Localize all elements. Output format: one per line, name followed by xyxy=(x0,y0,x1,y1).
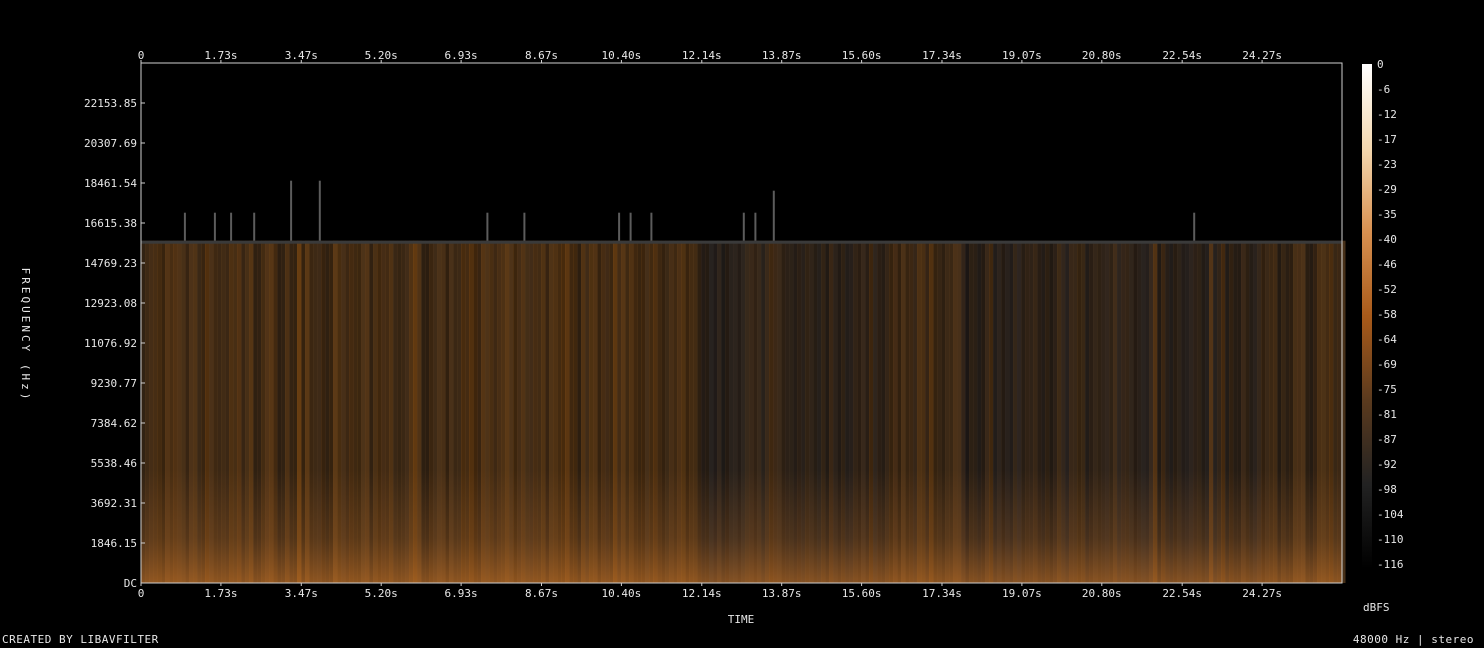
colorbar-tick-label: -116 xyxy=(1377,558,1404,571)
cutoff-edge xyxy=(141,240,1342,244)
colorbar-tick-label: -69 xyxy=(1377,358,1397,371)
colorbar-tick-label: -12 xyxy=(1377,108,1397,121)
colorbar-tick-label: -23 xyxy=(1377,158,1397,171)
x-tick-label: 22.54s xyxy=(1162,587,1202,600)
y-tick-label: 20307.69 xyxy=(84,137,137,150)
colorbar-tick-label: -64 xyxy=(1377,333,1397,346)
x-tick-label: 10.40s xyxy=(602,587,642,600)
y-tick-label: 14769.23 xyxy=(84,257,137,270)
colorbar-tick-label: -75 xyxy=(1377,383,1397,396)
y-axis: DC 1846.15 3692.31 5538.46 7384.62 9230.77 110… xyxy=(84,97,145,590)
colorbar-tick-label: -6 xyxy=(1377,83,1390,96)
colorbar: 0 -6 -12 -17 -23 -29 -35 -40 -46 -52 -58 -64 -69 -75 -… xyxy=(1362,58,1404,614)
y-tick-label: 11076.92 xyxy=(84,337,137,350)
y-tick-label: DC xyxy=(124,577,137,590)
colorbar-tick-label: -98 xyxy=(1377,483,1397,496)
x-axis-top: 0 1.73s 3.47s 5.20s 6.93s 8.67s 10.40s 12.14s 13… xyxy=(138,49,1282,63)
x-tick-label: 3.47s xyxy=(285,587,318,600)
x-tick-label: 6.93s xyxy=(445,587,478,600)
colorbar-tick-label: -40 xyxy=(1377,233,1397,246)
x-tick-label: 17.34s xyxy=(922,587,962,600)
x-tick-label: 19.07s xyxy=(1002,587,1042,600)
y-axis-label: FREQUENCY (Hz) xyxy=(19,268,32,403)
colorbar-tick-label: -35 xyxy=(1377,208,1397,221)
y-tick-label: 1846.15 xyxy=(91,537,137,550)
x-axis-bottom: 0 1.73s 3.47s 5.20s 6.93s 8.67s 10.40s 12.14s 13… xyxy=(138,583,1282,600)
y-tick-label: 18461.54 xyxy=(84,177,137,190)
y-tick-label: 5538.46 xyxy=(91,457,137,470)
x-tick-label: 20.80s xyxy=(1082,587,1122,600)
colorbar-strip xyxy=(1362,64,1372,569)
colorbar-label: dBFS xyxy=(1363,601,1390,614)
low-frequency-glow xyxy=(141,470,1342,583)
plot-area xyxy=(140,62,1346,584)
x-tick-label: 1.73s xyxy=(204,587,237,600)
y-tick-label: 9230.77 xyxy=(91,377,137,390)
colorbar-tick-label: -81 xyxy=(1377,408,1397,421)
x-axis-label: TIME xyxy=(728,613,755,626)
y-tick-label: 12923.08 xyxy=(84,297,137,310)
y-tick-label: 16615.38 xyxy=(84,217,137,230)
colorbar-tick-label: -17 xyxy=(1377,133,1397,146)
x-tick-label: 24.27s xyxy=(1242,587,1282,600)
colorbar-tick-label: -92 xyxy=(1377,458,1397,471)
colorbar-ticks: 0 -6 -12 -17 -23 -29 -35 -40 -46 -52 -58 -64 -69 -75 -… xyxy=(1377,58,1404,571)
colorbar-tick-label: -46 xyxy=(1377,258,1397,271)
x-tick-label: 12.14s xyxy=(682,587,722,600)
x-tick-label: 15.60s xyxy=(842,587,882,600)
x-tick-label: 13.87s xyxy=(762,587,802,600)
x-tick-label: 0 xyxy=(138,587,145,600)
colorbar-tick-label: -58 xyxy=(1377,308,1397,321)
x-tick-label: 5.20s xyxy=(365,587,398,600)
x-tick-label: 8.67s xyxy=(525,587,558,600)
colorbar-tick-label: -29 xyxy=(1377,183,1397,196)
footer-sample-info: 48000 Hz | stereo xyxy=(1352,633,1474,646)
colorbar-tick-label: -52 xyxy=(1377,283,1397,296)
y-tick-label: 3692.31 xyxy=(91,497,137,510)
footer-credit: CREATED BY LIBAVFILTER xyxy=(2,633,159,646)
y-tick-label: 22153.85 xyxy=(84,97,137,110)
colorbar-tick-label: -104 xyxy=(1377,508,1404,521)
colorbar-tick-label: -110 xyxy=(1377,533,1404,546)
y-tick-label: 7384.62 xyxy=(91,417,137,430)
spectrogram-chart: 0 1.73s 3.47s 5.20s 6.93s 8.67s 10.40s 12.14s 13… xyxy=(19,49,1404,626)
colorbar-tick-label: -87 xyxy=(1377,433,1397,446)
colorbar-tick-label: 0 xyxy=(1377,58,1384,71)
